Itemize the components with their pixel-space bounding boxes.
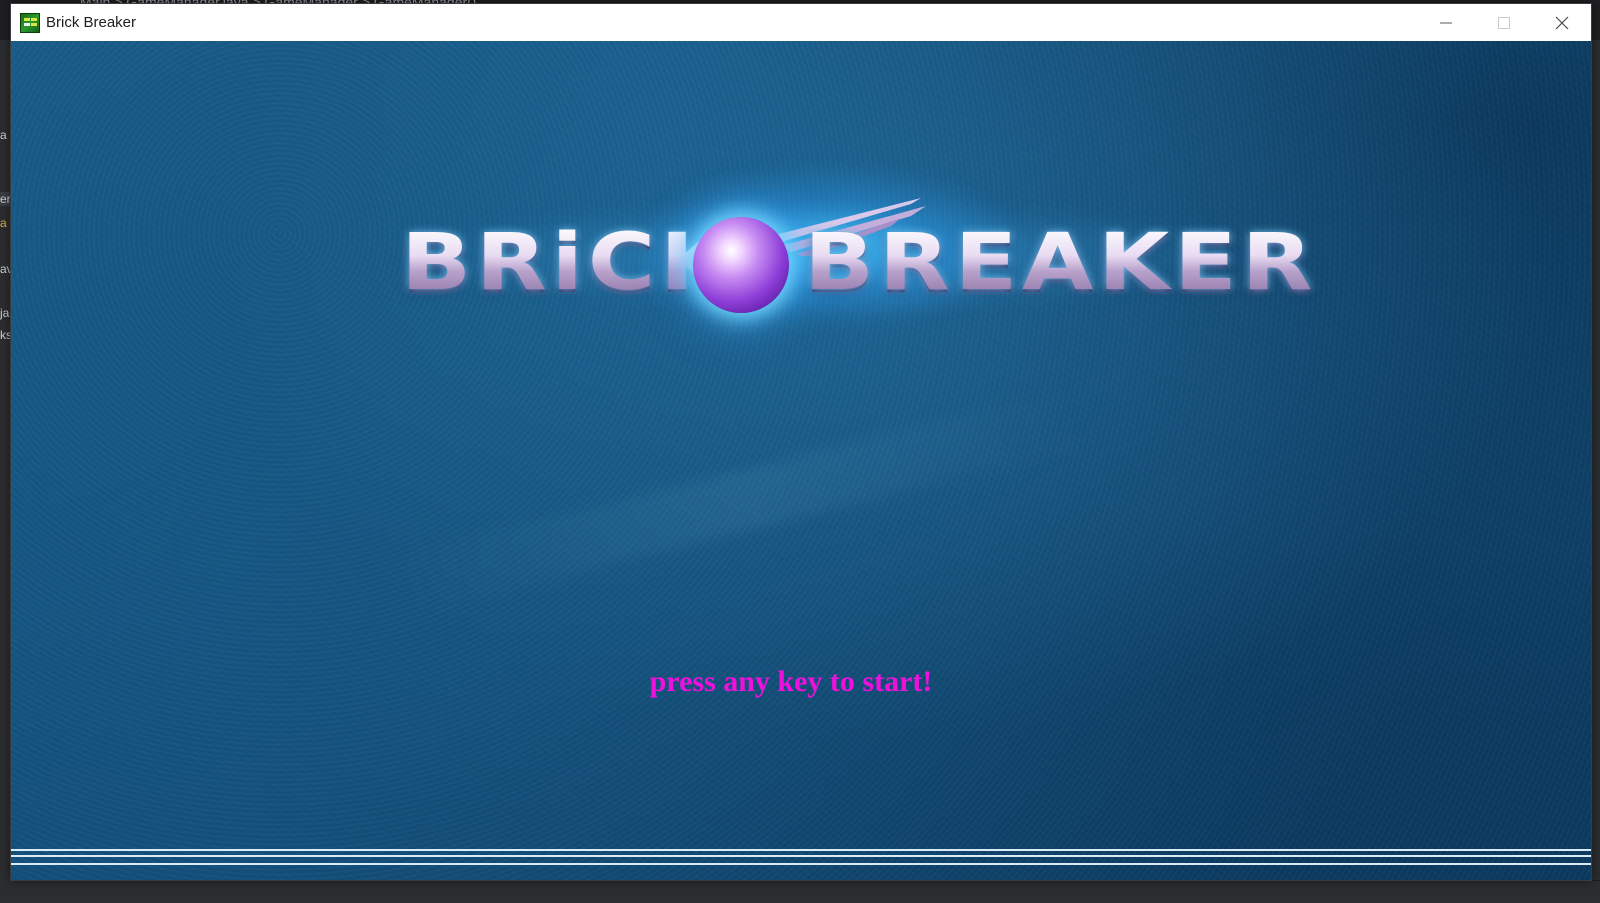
maximize-icon [1498,16,1510,29]
game-window[interactable]: Brick Breaker BRiCK BREAKER press any ke… [10,3,1592,881]
background-ide-sidebar-fragment: ks. [0,328,10,342]
app-icon [20,12,40,33]
background-ide-sidebar-fragment: a [0,128,7,142]
paddle-track-line [11,855,1591,857]
close-icon [1555,16,1569,30]
background-ide-sidebar-fragment: er. [0,192,10,206]
background-ide-sidebar: a er. a av ja ks. [0,40,10,903]
desktop: Main > GameManager.java > GameManager > … [0,0,1600,903]
window-title: Brick Breaker [46,14,137,31]
logo-ball [693,217,789,313]
background-ide-sidebar-fragment: ja [0,306,10,320]
background-ide-sidebar-fragment: av [0,262,10,276]
background-ide-right-panel [1592,40,1600,880]
paddle-track-line [11,849,1591,851]
logo-word-brick: BRiCK [401,218,737,308]
logo-word-breaker: BREAKER [804,218,1318,308]
minimize-icon [1440,17,1452,29]
window-controls [1417,4,1591,41]
game-logo: BRiCK BREAKER [381,141,1313,341]
paddle-track-line [11,863,1591,865]
close-button[interactable] [1533,4,1591,41]
minimize-button[interactable] [1417,4,1475,41]
background-streak [394,387,1088,615]
background-ide-sidebar-fragment: a [0,216,7,230]
game-canvas[interactable]: BRiCK BREAKER press any key to start! [11,41,1591,880]
maximize-button[interactable] [1475,4,1533,41]
title-bar[interactable]: Brick Breaker [11,4,1591,41]
background-ide-status-bar [0,881,1600,903]
start-prompt: press any key to start! [649,665,933,698]
